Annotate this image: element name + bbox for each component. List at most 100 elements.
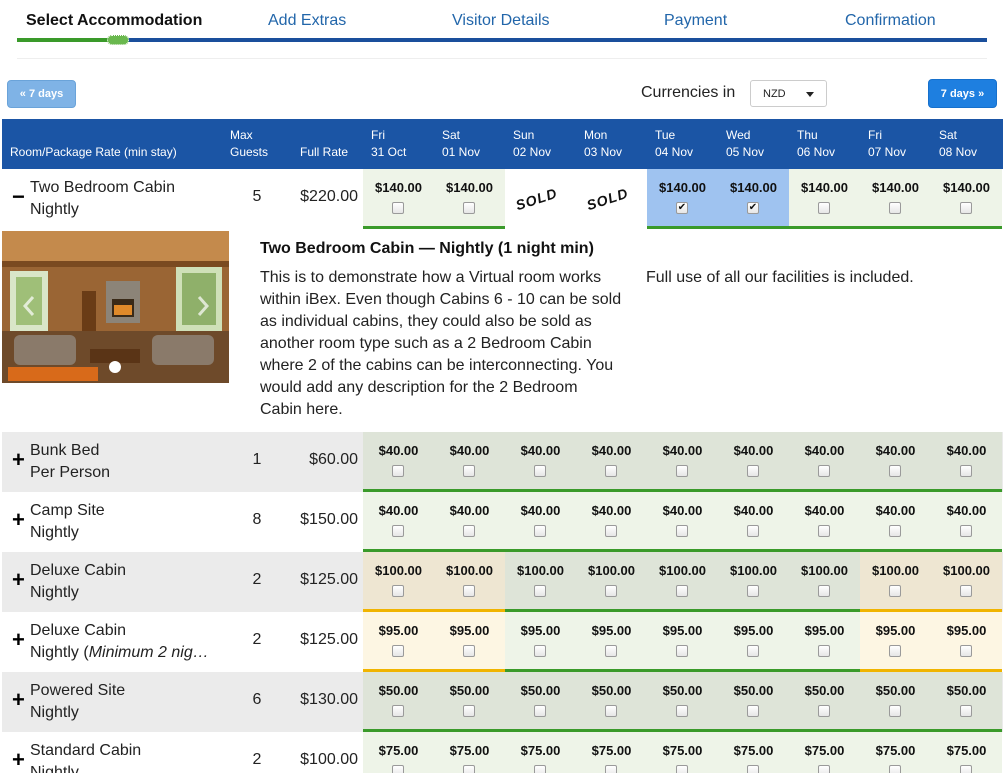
night-checkbox[interactable] <box>392 585 404 597</box>
night-checkbox[interactable] <box>889 705 901 717</box>
rate-cell[interactable]: $40.00 <box>576 432 647 492</box>
night-checkbox[interactable] <box>605 525 617 537</box>
night-checkbox[interactable] <box>534 525 546 537</box>
night-checkbox[interactable] <box>818 202 830 214</box>
rate-cell[interactable]: $75.00 <box>931 732 1002 773</box>
night-checkbox[interactable] <box>392 202 404 214</box>
rate-cell[interactable]: $50.00 <box>647 672 718 732</box>
expand-icon[interactable]: + <box>12 509 25 531</box>
rate-cell[interactable]: $75.00 <box>718 732 789 773</box>
rate-cell[interactable]: $50.00 <box>860 672 931 732</box>
rate-cell[interactable]: $100.00 <box>505 552 576 612</box>
night-checkbox[interactable] <box>747 585 759 597</box>
carousel-prev-icon[interactable] <box>22 295 36 317</box>
room-photo-carousel[interactable] <box>2 231 229 383</box>
night-checkbox[interactable] <box>463 202 475 214</box>
night-checkbox[interactable] <box>676 465 688 477</box>
expand-icon[interactable]: + <box>12 629 25 651</box>
night-checkbox[interactable] <box>747 525 759 537</box>
rate-cell[interactable]: $75.00 <box>860 732 931 773</box>
night-checkbox[interactable] <box>818 645 830 657</box>
rate-cell[interactable]: $40.00 <box>576 492 647 552</box>
night-checkbox[interactable] <box>605 465 617 477</box>
night-checkbox[interactable] <box>818 705 830 717</box>
rate-cell[interactable]: $50.00 <box>789 672 860 732</box>
night-checkbox[interactable] <box>463 765 475 773</box>
rate-cell[interactable]: $95.00 <box>434 612 505 672</box>
rate-cell[interactable]: $40.00 <box>505 432 576 492</box>
next-7-days-button[interactable]: 7 days » <box>928 79 997 108</box>
night-checkbox[interactable] <box>392 765 404 773</box>
night-checkbox[interactable] <box>818 525 830 537</box>
rate-cell[interactable]: $40.00 <box>434 432 505 492</box>
rate-cell[interactable]: $100.00 <box>718 552 789 612</box>
night-checkbox[interactable] <box>392 465 404 477</box>
night-checkbox[interactable] <box>818 585 830 597</box>
night-checkbox[interactable] <box>605 765 617 773</box>
night-checkbox[interactable] <box>676 705 688 717</box>
rate-cell[interactable]: $140.00 <box>434 169 505 229</box>
rate-cell[interactable]: $75.00 <box>505 732 576 773</box>
night-checkbox[interactable] <box>534 585 546 597</box>
rate-cell[interactable]: $40.00 <box>647 432 718 492</box>
night-checkbox[interactable] <box>534 765 546 773</box>
night-checkbox[interactable] <box>960 765 972 773</box>
night-checkbox[interactable] <box>960 705 972 717</box>
night-checkbox[interactable] <box>463 645 475 657</box>
rate-cell[interactable]: $140.00 <box>789 169 860 229</box>
night-checkbox[interactable] <box>889 525 901 537</box>
rate-cell[interactable]: $75.00 <box>576 732 647 773</box>
rate-cell[interactable]: $40.00 <box>860 492 931 552</box>
step-add-extras[interactable]: Add Extras <box>268 12 346 30</box>
night-checkbox[interactable] <box>605 585 617 597</box>
rate-cell[interactable]: $140.00 <box>931 169 1002 229</box>
rate-cell[interactable]: $95.00 <box>576 612 647 672</box>
expand-icon[interactable]: + <box>12 689 25 711</box>
step-confirmation[interactable]: Confirmation <box>845 12 936 30</box>
rate-cell[interactable]: $100.00 <box>860 552 931 612</box>
rate-cell[interactable]: $140.00 <box>860 169 931 229</box>
night-checkbox[interactable] <box>534 465 546 477</box>
night-checkbox[interactable] <box>463 705 475 717</box>
night-checkbox[interactable] <box>463 585 475 597</box>
night-checkbox[interactable] <box>676 525 688 537</box>
rate-cell[interactable]: $40.00 <box>363 432 434 492</box>
rate-cell[interactable]: $40.00 <box>434 492 505 552</box>
night-checkbox[interactable] <box>676 765 688 773</box>
night-checkbox[interactable] <box>889 465 901 477</box>
carousel-indicator[interactable] <box>109 361 121 373</box>
rate-cell[interactable]: $100.00 <box>576 552 647 612</box>
rate-cell[interactable]: $100.00 <box>931 552 1002 612</box>
rate-cell[interactable]: $40.00 <box>647 492 718 552</box>
night-checkbox[interactable] <box>392 645 404 657</box>
collapse-icon[interactable]: − <box>12 186 25 208</box>
night-checkbox[interactable] <box>747 705 759 717</box>
night-checkbox[interactable] <box>747 465 759 477</box>
rate-cell[interactable]: $50.00 <box>576 672 647 732</box>
night-checkbox[interactable] <box>605 645 617 657</box>
rate-cell[interactable]: $75.00 <box>434 732 505 773</box>
room-name[interactable]: Camp Site <box>30 500 210 522</box>
night-checkbox[interactable] <box>960 525 972 537</box>
night-checkbox[interactable] <box>747 645 759 657</box>
night-checkbox-checked[interactable]: ✔ <box>676 202 688 214</box>
rate-cell[interactable]: $50.00 <box>363 672 434 732</box>
rate-cell[interactable]: $40.00 <box>931 432 1002 492</box>
rate-cell[interactable]: $95.00 <box>718 612 789 672</box>
rate-cell[interactable]: $40.00 <box>789 492 860 552</box>
rate-cell[interactable]: $40.00 <box>718 492 789 552</box>
rate-cell[interactable]: $75.00 <box>647 732 718 773</box>
night-checkbox[interactable] <box>960 585 972 597</box>
room-name[interactable]: Standard Cabin <box>30 740 210 762</box>
night-checkbox[interactable] <box>889 645 901 657</box>
rate-cell[interactable]: $100.00 <box>647 552 718 612</box>
rate-cell[interactable]: $95.00 <box>647 612 718 672</box>
night-checkbox[interactable] <box>889 765 901 773</box>
rate-cell[interactable]: $95.00 <box>505 612 576 672</box>
expand-icon[interactable]: + <box>12 449 25 471</box>
night-checkbox[interactable] <box>605 705 617 717</box>
room-name[interactable]: Deluxe Cabin <box>30 560 210 582</box>
rate-cell[interactable]: $40.00 <box>505 492 576 552</box>
expand-icon[interactable]: + <box>12 749 25 771</box>
night-checkbox[interactable] <box>534 705 546 717</box>
